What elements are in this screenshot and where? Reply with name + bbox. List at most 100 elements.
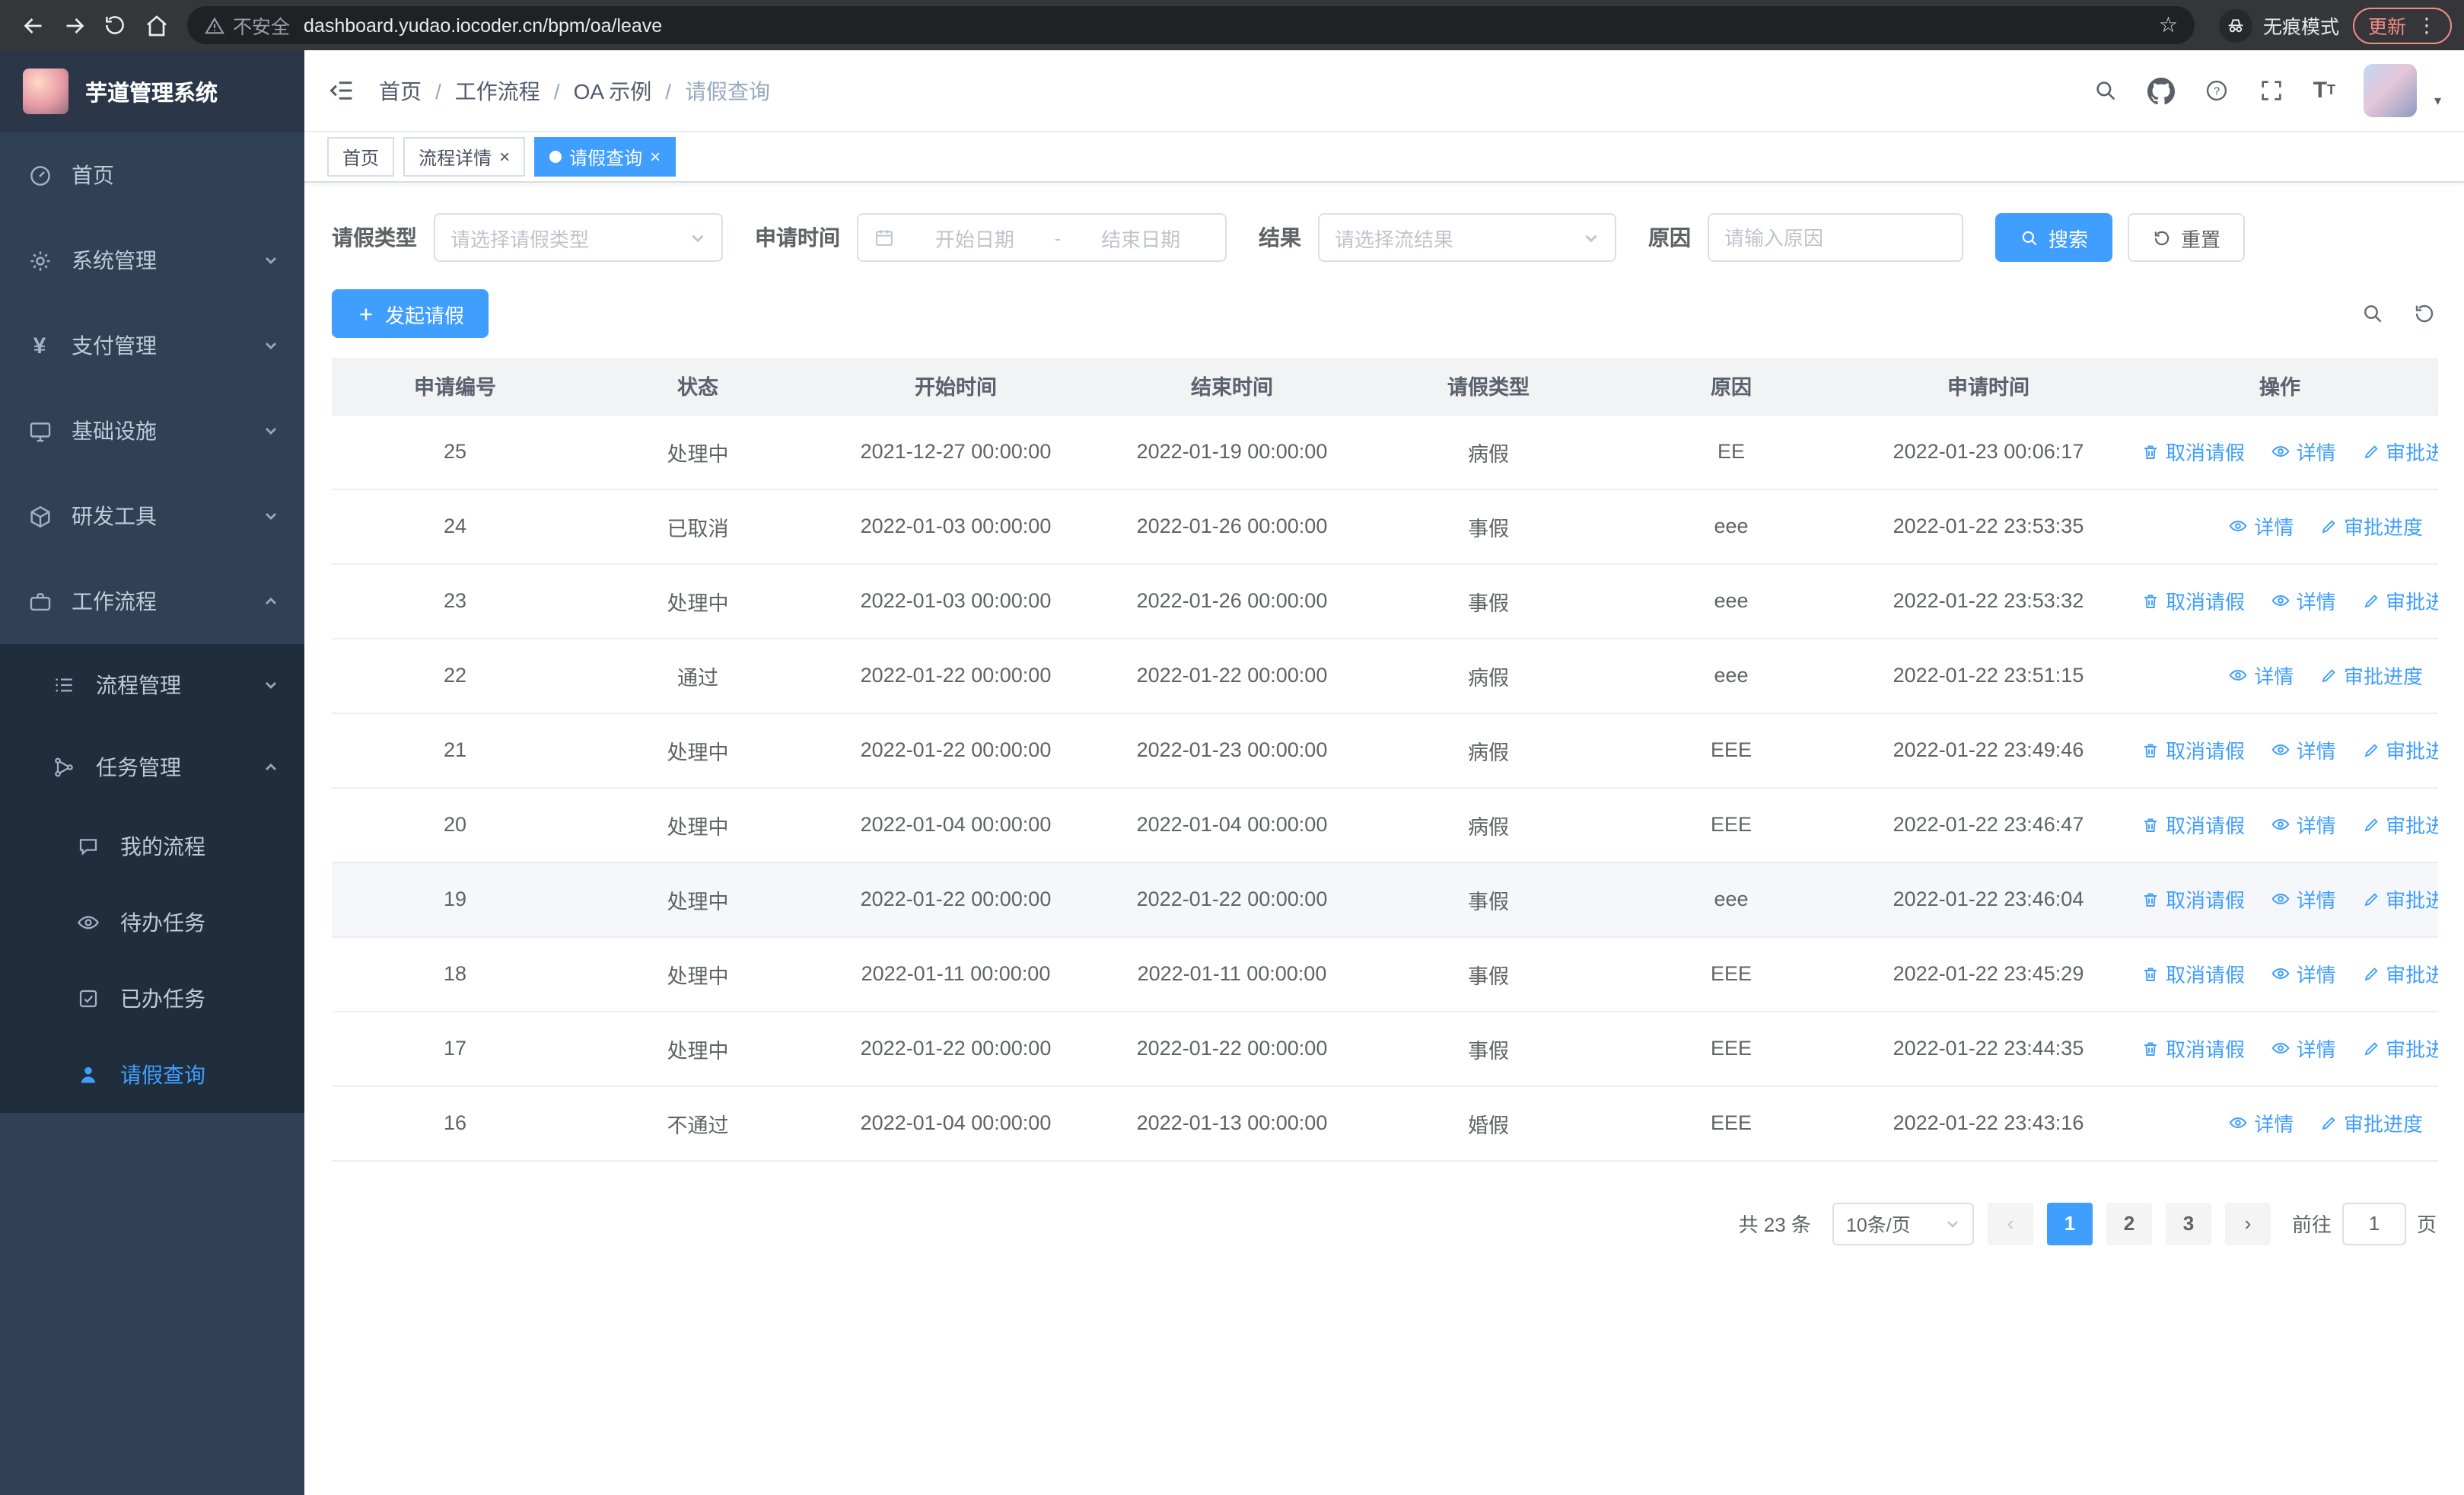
sidebar-item-todo-tasks[interactable]: 待办任务 (0, 885, 304, 961)
sidebar-item-payment-mgmt[interactable]: ¥ 支付管理 (0, 303, 304, 388)
table-row: 17 处理中 2022-01-22 00:00:00 2022-01-22 00… (332, 1011, 2438, 1086)
next-page-button[interactable]: › (2224, 1202, 2271, 1245)
cancel-leave-link[interactable]: 取消请假 (2141, 811, 2245, 840)
breadcrumb-home[interactable]: 首页 (379, 75, 422, 106)
approval-progress-link[interactable]: 审批进度 (2319, 512, 2423, 541)
reset-button[interactable]: 重置 (2128, 213, 2246, 262)
detail-link[interactable]: 详情 (2271, 437, 2336, 466)
column-header-apply-time: 申请时间 (1855, 358, 2122, 415)
date-end-placeholder[interactable]: 结束日期 (1071, 223, 1210, 252)
sidebar-item-system-mgmt[interactable]: 系统管理 (0, 218, 304, 303)
search-icon[interactable] (2093, 78, 2119, 104)
home-icon (146, 14, 166, 36)
approval-progress-link[interactable]: 审批进度 (2319, 661, 2423, 690)
tab-leave-query[interactable]: 请假查询 × (534, 137, 676, 177)
approval-progress-link[interactable]: 审批进度 (2361, 885, 2438, 914)
close-icon[interactable]: × (499, 148, 510, 166)
column-header-apply-id: 申请编号 (332, 358, 578, 415)
create-leave-button[interactable]: 发起请假 (332, 289, 489, 338)
detail-link[interactable]: 详情 (2271, 885, 2336, 913)
cell-reason: EEE (1607, 1085, 1855, 1161)
sidebar-item-my-process[interactable]: 我的流程 (0, 808, 304, 885)
tab-process-detail[interactable]: 流程详情 × (403, 137, 526, 177)
date-start-placeholder[interactable]: 开始日期 (906, 223, 1044, 252)
sidebar-item-infrastructure[interactable]: 基础设施 (0, 388, 304, 473)
breadcrumb-workflow[interactable]: 工作流程 (455, 75, 540, 106)
app-logo[interactable]: 芋道管理系统 (0, 50, 304, 132)
page-size-select[interactable]: 10条/页 (1832, 1202, 1974, 1245)
apply-time-range-picker[interactable]: 开始日期 - 结束日期 (857, 213, 1227, 262)
address-bar[interactable]: 不安全 dashboard.yudao.iocoder.cn/bpm/oa/le… (187, 6, 2195, 44)
user-avatar[interactable] (2364, 64, 2418, 117)
page-url[interactable]: dashboard.yudao.iocoder.cn/bpm/oa/leave (304, 14, 2159, 36)
approval-progress-link[interactable]: 审批进度 (2319, 1109, 2423, 1138)
detail-link[interactable]: 详情 (2271, 810, 2336, 839)
help-icon[interactable]: ? (2204, 78, 2230, 104)
approval-progress-link[interactable]: 审批进度 (2361, 960, 2438, 989)
detail-link[interactable]: 详情 (2271, 959, 2336, 988)
tab-label: 首页 (342, 147, 380, 168)
detail-label: 详情 (2254, 665, 2294, 688)
prev-page-button[interactable]: ‹ (1987, 1202, 2033, 1245)
cell-start-time: 2022-01-22 00:00:00 (817, 638, 1094, 713)
sidebar-item-workflow[interactable]: 工作流程 (0, 559, 304, 644)
cancel-leave-link[interactable]: 取消请假 (2141, 736, 2245, 765)
approval-progress-link[interactable]: 审批进度 (2361, 736, 2438, 765)
approval-progress-link[interactable]: 审批进度 (2361, 811, 2438, 840)
page-button-2[interactable]: 2 (2106, 1202, 2152, 1245)
approval-progress-label: 审批进度 (2386, 964, 2438, 987)
approval-progress-link[interactable]: 审批进度 (2361, 1034, 2438, 1063)
leave-type-placeholder: 请选择请假类型 (450, 228, 590, 250)
github-icon[interactable] (2147, 77, 2175, 104)
close-icon[interactable]: × (650, 148, 661, 166)
detail-link[interactable]: 详情 (2271, 735, 2336, 764)
approval-progress-label: 审批进度 (2386, 591, 2438, 614)
detail-link[interactable]: 详情 (2228, 1108, 2294, 1137)
detail-link[interactable]: 详情 (2271, 1034, 2336, 1063)
browser-reload-button[interactable] (94, 5, 135, 46)
fullscreen-icon[interactable] (2259, 78, 2284, 104)
cancel-leave-link[interactable]: 取消请假 (2141, 1034, 2245, 1063)
show-search-icon[interactable] (2361, 301, 2385, 326)
result-label: 结果 (1259, 225, 1301, 250)
leave-table-body: 25 处理中 2021-12-27 00:00:00 2022-01-19 00… (332, 414, 2438, 1161)
trash-icon (2144, 1042, 2157, 1056)
font-size-icon[interactable]: TT (2313, 79, 2335, 102)
detail-link[interactable]: 详情 (2271, 586, 2336, 615)
reason-input[interactable] (1724, 226, 1947, 249)
browser-home-button[interactable] (135, 5, 177, 46)
search-button[interactable]: 搜索 (1995, 213, 2113, 262)
bookmark-star-icon[interactable]: ☆ (2159, 12, 2178, 38)
tab-home[interactable]: 首页 (327, 137, 395, 177)
browser-update-button[interactable]: 更新 ⋮ (2352, 7, 2452, 43)
cancel-leave-link[interactable]: 取消请假 (2141, 438, 2245, 467)
approval-progress-link[interactable]: 审批进度 (2361, 587, 2438, 616)
approval-progress-label: 审批进度 (2386, 441, 2438, 465)
navbar-actions: ? TT ▾ (2093, 64, 2441, 117)
cancel-leave-link[interactable]: 取消请假 (2141, 587, 2245, 616)
browser-menu-icon[interactable]: ⋮ (2417, 13, 2437, 37)
result-select[interactable]: 请选择流结果 (1318, 213, 1616, 262)
goto-page-input[interactable] (2341, 1202, 2406, 1245)
browser-back-button[interactable] (12, 5, 53, 46)
page-button-1[interactable]: 1 (2046, 1202, 2093, 1245)
cancel-leave-link[interactable]: 取消请假 (2141, 885, 2245, 914)
breadcrumb-oa-example[interactable]: OA 示例 (574, 75, 652, 106)
approval-progress-link[interactable]: 审批进度 (2361, 438, 2438, 467)
sidebar-item-home[interactable]: 首页 (0, 132, 304, 218)
detail-link[interactable]: 详情 (2228, 661, 2294, 690)
leave-type-select[interactable]: 请选择请假类型 (434, 213, 723, 262)
avatar-caret-icon[interactable]: ▾ (2434, 93, 2441, 117)
sidebar-item-task-mgmt[interactable]: 任务管理 (0, 726, 304, 808)
refresh-icon[interactable] (2412, 301, 2437, 326)
sidebar-item-leave-query[interactable]: 请假查询 (0, 1037, 304, 1113)
security-warning[interactable]: 不安全 (204, 11, 290, 40)
sidebar-fold-icon[interactable] (327, 76, 356, 105)
page-button-3[interactable]: 3 (2165, 1202, 2211, 1245)
sidebar-item-dev-tools[interactable]: 研发工具 (0, 473, 304, 559)
sidebar-item-done-tasks[interactable]: 已办任务 (0, 961, 304, 1037)
browser-forward-button[interactable] (53, 5, 94, 46)
sidebar-item-process-mgmt[interactable]: 流程管理 (0, 644, 304, 726)
cancel-leave-link[interactable]: 取消请假 (2141, 960, 2245, 989)
detail-link[interactable]: 详情 (2228, 512, 2294, 540)
